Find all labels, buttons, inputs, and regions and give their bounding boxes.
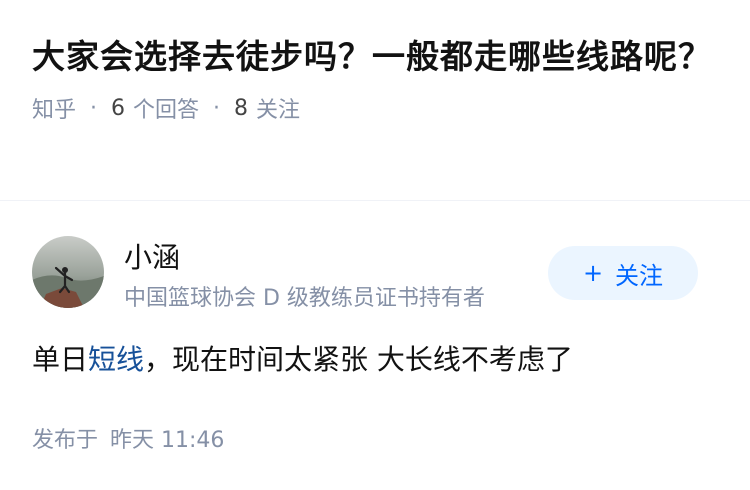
follow-count-label[interactable]: 关注 bbox=[256, 92, 300, 124]
answer-author: 小涵 中国篮球协会 D 级教练员证书持有者 + 关注 bbox=[32, 236, 718, 311]
answer-keyword-link[interactable]: 短线 bbox=[88, 343, 144, 376]
avatar-image bbox=[32, 236, 104, 308]
author-name[interactable]: 小涵 bbox=[124, 236, 180, 276]
question-title[interactable]: 大家会选择去徒步吗？一般都走哪些线路呢？ bbox=[32, 32, 722, 82]
answer-timestamp: 发布于 昨天 11:46 bbox=[32, 422, 224, 454]
answer-text-post: ，现在时间太紧张 大长线不考虑了 bbox=[144, 343, 573, 376]
question-meta: 知乎 · 6 个回答 · 8 关注 bbox=[32, 92, 722, 124]
answer-count-label[interactable]: 个回答 bbox=[133, 92, 199, 124]
follow-button[interactable]: + 关注 bbox=[548, 246, 698, 300]
question-header: 大家会选择去徒步吗？一般都走哪些线路呢？ 知乎 · 6 个回答 · 8 关注 bbox=[32, 32, 722, 124]
follow-button-label: 关注 bbox=[615, 261, 664, 290]
published-label: 发布于 bbox=[32, 428, 99, 453]
plus-icon: + bbox=[582, 259, 604, 287]
source-label[interactable]: 知乎 bbox=[32, 92, 76, 124]
author-bio: 中国篮球协会 D 级教练员证书持有者 bbox=[124, 286, 485, 311]
answer-count[interactable]: 6 bbox=[111, 96, 125, 121]
avatar[interactable] bbox=[32, 236, 104, 308]
follow-count[interactable]: 8 bbox=[234, 96, 248, 121]
published-time: 昨天 11:46 bbox=[110, 428, 225, 453]
answer-text-pre: 单日 bbox=[32, 343, 89, 376]
meta-separator: · bbox=[90, 95, 98, 121]
divider bbox=[0, 200, 750, 201]
meta-separator: · bbox=[213, 95, 221, 121]
answer-content[interactable]: 单日短线，现在时间太紧张 大长线不考虑了 bbox=[32, 338, 722, 382]
